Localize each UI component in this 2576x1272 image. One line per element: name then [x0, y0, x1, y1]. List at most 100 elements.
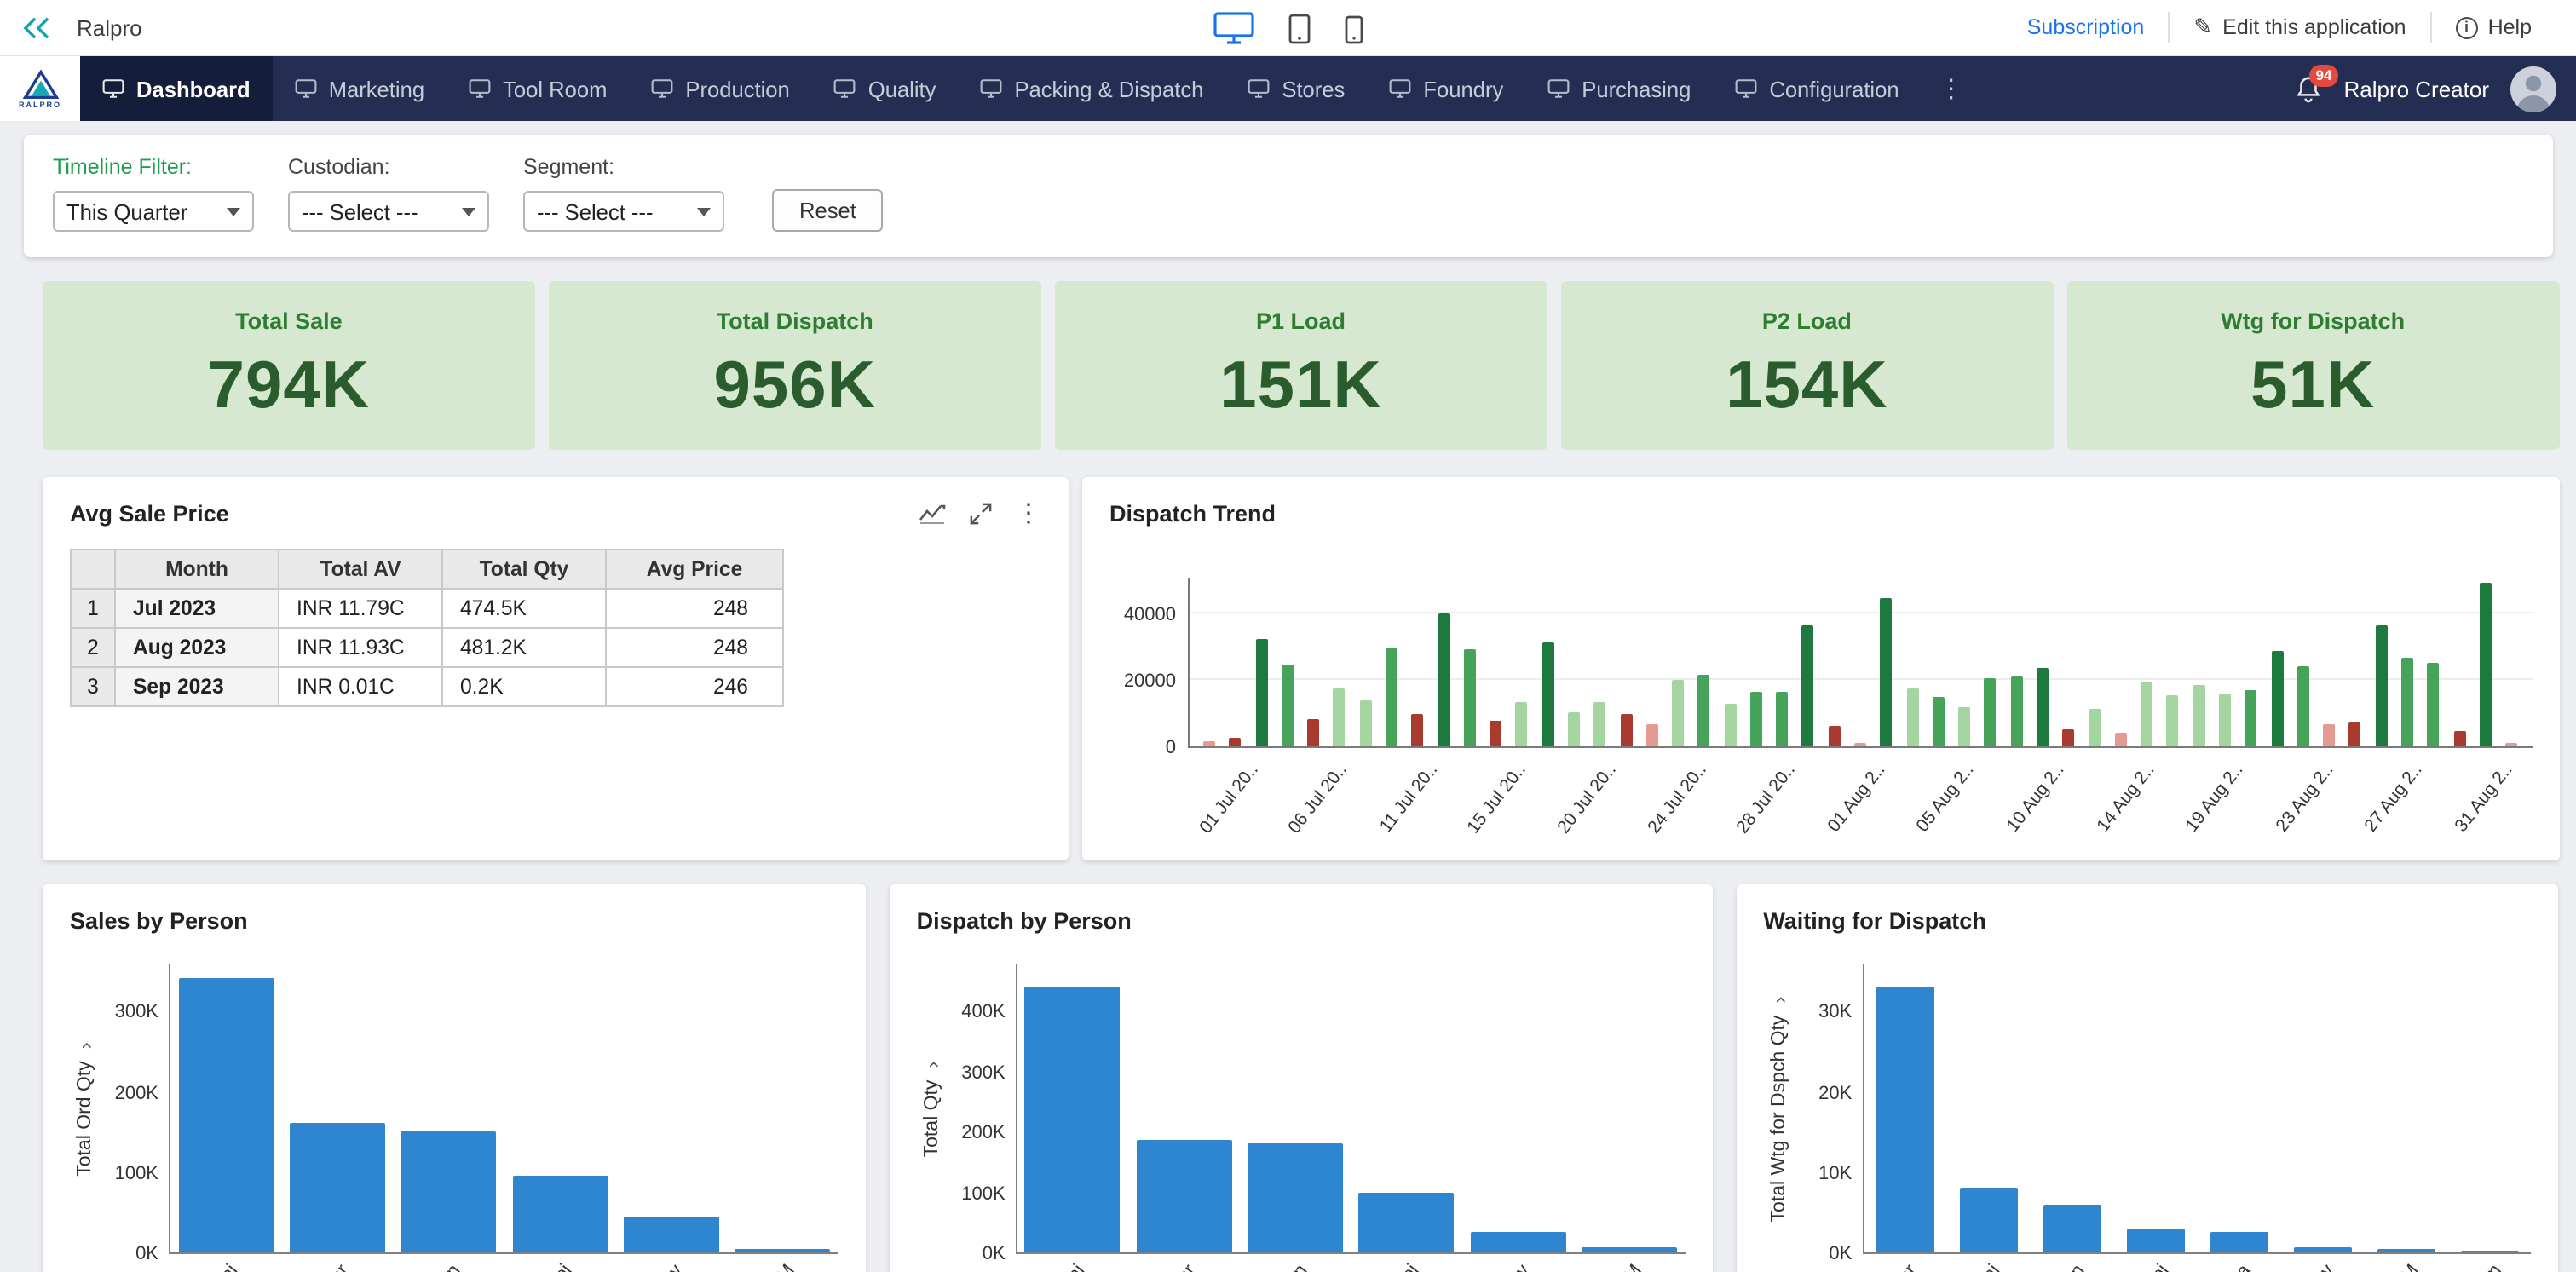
bar[interactable] — [2480, 583, 2492, 746]
bar[interactable] — [2461, 1251, 2519, 1252]
bar[interactable] — [1933, 696, 1945, 746]
avatar[interactable] — [2510, 66, 2556, 112]
more-vertical-icon[interactable]: ⋮ — [1016, 501, 1041, 527]
bar[interactable] — [1464, 649, 1476, 746]
bar[interactable] — [2063, 729, 2075, 746]
expand-icon[interactable] — [970, 503, 992, 525]
bar[interactable] — [1646, 725, 1658, 746]
bar[interactable] — [2375, 626, 2387, 746]
app-logo[interactable]: RALPRO — [0, 56, 80, 121]
waiting-for-dispatch-chart[interactable]: Total Wtg for Dspch Qty›0K10K20K30Karhai… — [1763, 964, 2532, 1254]
nav-item-dashboard[interactable]: Dashboard — [80, 56, 273, 121]
bar[interactable] — [1881, 598, 1893, 747]
bar[interactable] — [2141, 682, 2152, 746]
bar[interactable] — [1829, 727, 1841, 747]
nav-item-tool-room[interactable]: Tool Room — [447, 56, 629, 121]
bar[interactable] — [2505, 743, 2517, 746]
bar[interactable] — [1490, 722, 1501, 746]
dispatch-trend-chart[interactable]: 0200004000001 Jul 20..06 Jul 20..11 Jul … — [1109, 578, 2532, 843]
nav-item-production[interactable]: Production — [629, 56, 811, 121]
desktop-icon[interactable] — [1213, 11, 1254, 43]
bar[interactable] — [2349, 723, 2361, 746]
bar[interactable] — [512, 1176, 608, 1252]
plot-area[interactable] — [1188, 578, 2532, 748]
nav-item-packing-dispatch[interactable]: Packing & Dispatch — [958, 56, 1225, 121]
bar[interactable] — [1359, 1192, 1455, 1252]
bar[interactable] — [2037, 668, 2049, 746]
subscription-link[interactable]: Subscription — [2003, 12, 2169, 43]
bar[interactable] — [2453, 731, 2465, 746]
segment-filter-select[interactable]: --- Select --- — [523, 191, 724, 232]
custodian-filter-select[interactable]: --- Select --- — [288, 191, 489, 232]
bar[interactable] — [2210, 1232, 2268, 1252]
bar[interactable] — [2323, 725, 2335, 746]
bar[interactable] — [401, 1131, 497, 1252]
bar[interactable] — [1334, 688, 1346, 746]
chart-zoom-icon[interactable] — [919, 503, 946, 525]
nav-item-foundry[interactable]: Foundry — [1367, 56, 1525, 121]
bar[interactable] — [1516, 701, 1528, 746]
bar[interactable] — [1876, 987, 1934, 1252]
bar[interactable] — [1230, 738, 1242, 746]
bar[interactable] — [2401, 658, 2413, 746]
nav-item-marketing[interactable]: Marketing — [273, 56, 447, 121]
bar[interactable] — [2219, 693, 2231, 746]
bar[interactable] — [1906, 688, 1918, 746]
timeline-filter-select[interactable]: This Quarter — [53, 191, 254, 232]
bar[interactable] — [1386, 648, 1397, 746]
bar[interactable] — [1593, 701, 1605, 746]
plot-area[interactable]: haiaranojthySM — [1016, 964, 1686, 1254]
plot-area[interactable]: arhaianojchathySMram — [1862, 964, 2532, 1254]
bar[interactable] — [1724, 703, 1736, 746]
back-to-apps-icon[interactable] — [20, 14, 53, 40]
tablet-icon[interactable] — [1288, 13, 1311, 43]
bar[interactable] — [1802, 626, 1814, 746]
bar[interactable] — [1960, 1188, 2018, 1252]
edit-application-button[interactable]: ✎ Edit this application — [2168, 12, 2429, 43]
bar[interactable] — [1025, 987, 1121, 1252]
bar[interactable] — [1307, 720, 1319, 746]
bar[interactable] — [1750, 691, 1762, 746]
bar[interactable] — [2297, 666, 2309, 746]
dispatch-by-person-chart[interactable]: Total Qty›0K100K200K300K400Khaiaranojthy… — [917, 964, 1686, 1254]
bar[interactable] — [1137, 1141, 1232, 1252]
bar[interactable] — [290, 1124, 385, 1252]
bar[interactable] — [2167, 694, 2179, 746]
bar[interactable] — [1282, 665, 1294, 746]
bar[interactable] — [2427, 663, 2439, 746]
bar[interactable] — [2043, 1204, 2101, 1252]
bar[interactable] — [2010, 676, 2022, 746]
bar[interactable] — [735, 1248, 830, 1252]
bar[interactable] — [1248, 1142, 1343, 1252]
bar[interactable] — [1470, 1231, 1565, 1252]
bar[interactable] — [1359, 699, 1371, 746]
bar[interactable] — [2193, 684, 2204, 746]
bar[interactable] — [2245, 689, 2257, 746]
notifications-button[interactable]: 94 — [2294, 74, 2323, 103]
help-button[interactable]: i Help — [2430, 12, 2556, 43]
bar[interactable] — [624, 1217, 719, 1253]
bar[interactable] — [2294, 1247, 2352, 1252]
bar[interactable] — [178, 979, 274, 1252]
nav-item-configuration[interactable]: Configuration — [1713, 56, 1921, 121]
bar[interactable] — [2115, 733, 2127, 746]
bar[interactable] — [1438, 613, 1449, 746]
nav-item-purchasing[interactable]: Purchasing — [1525, 56, 1713, 121]
bar[interactable] — [2089, 710, 2101, 746]
bar[interactable] — [1958, 708, 1970, 746]
bar[interactable] — [1620, 715, 1632, 746]
bar[interactable] — [1203, 741, 1215, 746]
reset-button[interactable]: Reset — [772, 189, 884, 232]
bar[interactable] — [1582, 1247, 1677, 1252]
bar[interactable] — [1255, 640, 1267, 746]
nav-overflow-icon[interactable]: ⋮ — [1922, 56, 1981, 121]
bar[interactable] — [2377, 1249, 2435, 1252]
user-name[interactable]: Ralpro Creator — [2343, 76, 2489, 101]
bar[interactable] — [1672, 680, 1684, 746]
plot-area[interactable]: haiaranojthySM — [169, 964, 838, 1254]
sales-by-person-chart[interactable]: Total Ord Qty›0K100K200K300Khaiaranojthy… — [70, 964, 838, 1254]
nav-item-stores[interactable]: Stores — [1225, 56, 1367, 121]
bar[interactable] — [2127, 1229, 2185, 1252]
bar[interactable] — [1412, 715, 1424, 746]
bar[interactable] — [1568, 713, 1580, 746]
